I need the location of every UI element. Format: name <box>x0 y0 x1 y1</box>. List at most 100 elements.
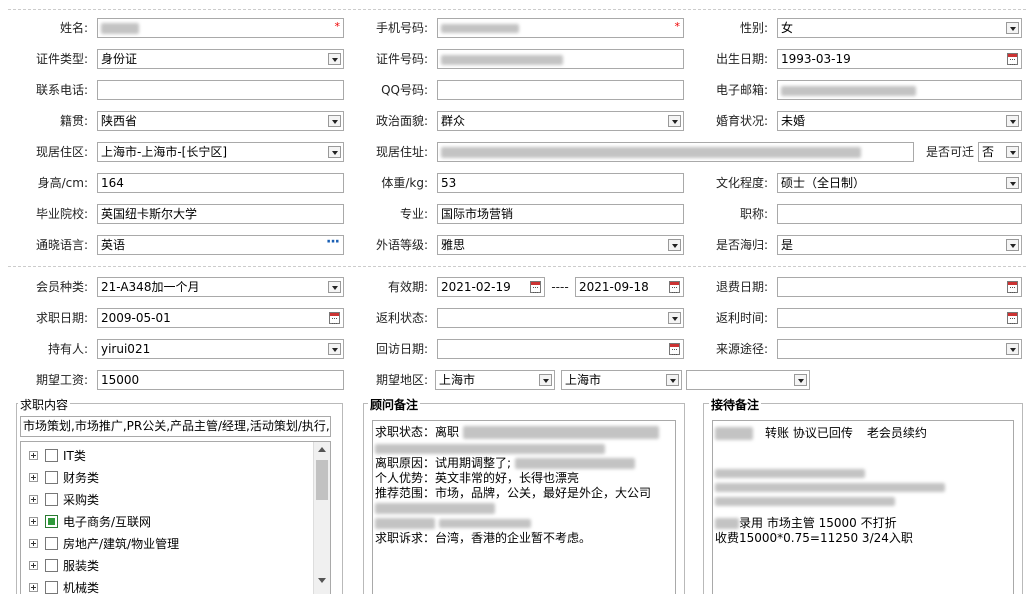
chevron-down-icon[interactable] <box>539 374 552 386</box>
job-category-tree[interactable]: IT类财务类采购类电子商务/互联网房地产/建筑/物业管理 服装类机械类 <box>20 441 331 594</box>
height-field[interactable]: 164 <box>97 173 344 193</box>
id-type-select[interactable]: 身份证 <box>97 49 344 69</box>
member-type-select[interactable]: 21-A348加一个月 <box>97 277 344 297</box>
checkbox[interactable] <box>45 580 58 594</box>
chevron-down-icon[interactable] <box>1006 177 1019 189</box>
tree-item-label: 电子商务/互联网 <box>63 514 152 529</box>
validity-to-field[interactable]: 2021-09-18 <box>575 277 684 297</box>
chevron-down-icon[interactable] <box>1006 343 1019 355</box>
tree-item[interactable]: 房地产/建筑/物业管理 <box>29 534 179 552</box>
native-place-select[interactable]: 陕西省 <box>97 111 344 131</box>
expand-icon[interactable] <box>29 582 38 592</box>
chevron-down-icon[interactable] <box>328 146 341 158</box>
language-field[interactable]: 英语 ··· <box>97 235 344 255</box>
scroll-up-icon[interactable] <box>318 447 326 452</box>
job-summary-field[interactable]: 市场策划,市场推广,PR公关,产品主管/经理,活动策划/执行, <box>20 416 331 437</box>
reception-note-line: 收费15000*0.75=11250 3/24入职 <box>715 531 913 545</box>
tree-item[interactable]: 服装类 <box>29 556 99 574</box>
refund-date-field[interactable] <box>777 277 1022 297</box>
chevron-down-icon[interactable] <box>668 239 681 251</box>
expand-icon[interactable] <box>29 494 38 504</box>
tree-item[interactable]: 机械类 <box>29 578 99 594</box>
calendar-icon[interactable] <box>329 312 340 324</box>
chevron-down-icon[interactable] <box>794 374 807 386</box>
calendar-icon[interactable] <box>669 343 680 355</box>
scroll-down-icon[interactable] <box>318 578 326 583</box>
checkbox[interactable] <box>45 536 58 550</box>
section-divider-top <box>8 9 1026 10</box>
checkbox[interactable] <box>45 470 58 484</box>
weight-field[interactable]: 53 <box>437 173 684 193</box>
expand-icon[interactable] <box>29 450 38 460</box>
name-field[interactable]: * <box>97 18 344 38</box>
tree-item[interactable]: IT类 <box>29 446 86 464</box>
checkbox[interactable] <box>45 448 58 462</box>
chevron-down-icon[interactable] <box>328 115 341 127</box>
id-number-field[interactable] <box>437 49 684 69</box>
residence-addr-field[interactable] <box>437 142 914 162</box>
chevron-down-icon[interactable] <box>328 53 341 65</box>
expand-icon[interactable] <box>29 472 38 482</box>
mobile-field[interactable]: * <box>437 18 684 38</box>
education-select[interactable]: 硕士（全日制） <box>777 173 1022 193</box>
email-field[interactable] <box>777 80 1022 100</box>
calendar-icon[interactable] <box>1007 53 1018 65</box>
calendar-icon[interactable] <box>1007 312 1018 324</box>
gender-select[interactable]: 女 <box>777 18 1022 38</box>
region-city-select[interactable]: 上海市 <box>561 370 682 390</box>
calendar-icon[interactable] <box>530 281 541 293</box>
validity-from-field[interactable]: 2021-02-19 <box>437 277 545 297</box>
more-icon[interactable]: ··· <box>326 236 340 251</box>
advisor-notes-textarea[interactable]: 求职状态：离职 离职原因：试用期调整了; 个人优势：英文非常的好，长得也漂亮 推… <box>372 420 676 594</box>
title-field[interactable] <box>777 204 1022 224</box>
expand-icon[interactable] <box>29 538 38 548</box>
calendar-icon[interactable] <box>1007 281 1018 293</box>
residence-area-select[interactable]: 上海市-上海市-[长宁区] <box>97 142 344 162</box>
chevron-down-icon[interactable] <box>328 281 341 293</box>
chevron-down-icon[interactable] <box>1006 146 1019 158</box>
tree-scrollbar[interactable] <box>313 442 330 594</box>
source-select[interactable] <box>777 339 1022 359</box>
chevron-down-icon[interactable] <box>668 115 681 127</box>
marital-select[interactable]: 未婚 <box>777 111 1022 131</box>
scroll-thumb[interactable] <box>316 460 328 500</box>
tree-item[interactable]: 电子商务/互联网 <box>29 512 151 530</box>
id-number-label: 证件号码: <box>375 52 428 66</box>
relocate-select[interactable]: 否 <box>978 142 1022 162</box>
holder-select[interactable]: yirui021 <box>97 339 344 359</box>
chevron-down-icon[interactable] <box>1006 115 1019 127</box>
redacted-value <box>515 458 636 469</box>
rebate-status-select[interactable] <box>437 308 684 328</box>
chevron-down-icon[interactable] <box>666 374 679 386</box>
lang-level-select[interactable]: 雅思 <box>437 235 684 255</box>
advisor-note-line <box>373 516 675 531</box>
salary-field[interactable]: 15000 <box>97 370 344 390</box>
reception-note-line <box>713 494 1013 508</box>
checkbox[interactable] <box>45 514 58 528</box>
overseas-select[interactable]: 是 <box>777 235 1022 255</box>
checkbox[interactable] <box>45 558 58 572</box>
qq-field[interactable] <box>437 80 684 100</box>
school-field[interactable]: 英国纽卡斯尔大学 <box>97 204 344 224</box>
tree-item[interactable]: 财务类 <box>29 468 99 486</box>
major-field[interactable]: 国际市场营销 <box>437 204 684 224</box>
visit-date-field[interactable] <box>437 339 684 359</box>
chevron-down-icon[interactable] <box>1006 22 1019 34</box>
rebate-time-field[interactable] <box>777 308 1022 328</box>
region-district-select[interactable] <box>686 370 810 390</box>
job-date-field[interactable]: 2009-05-01 <box>97 308 344 328</box>
tree-item[interactable]: 采购类 <box>29 490 99 508</box>
checkbox[interactable] <box>45 492 58 506</box>
region-province-select[interactable]: 上海市 <box>435 370 555 390</box>
expand-icon[interactable] <box>29 516 38 526</box>
calendar-icon[interactable] <box>669 281 680 293</box>
lang-level-label: 外语等级: <box>375 238 428 252</box>
expand-icon[interactable] <box>29 560 38 570</box>
birth-date-field[interactable]: 1993-03-19 <box>777 49 1022 69</box>
political-select[interactable]: 群众 <box>437 111 684 131</box>
chevron-down-icon[interactable] <box>668 312 681 324</box>
chevron-down-icon[interactable] <box>328 343 341 355</box>
reception-notes-textarea[interactable]: 转账 协议已回传 老会员续约 录用 市场主管 15000 不打折 收费15000*… <box>712 420 1014 594</box>
chevron-down-icon[interactable] <box>1006 239 1019 251</box>
phone-field[interactable] <box>97 80 344 100</box>
